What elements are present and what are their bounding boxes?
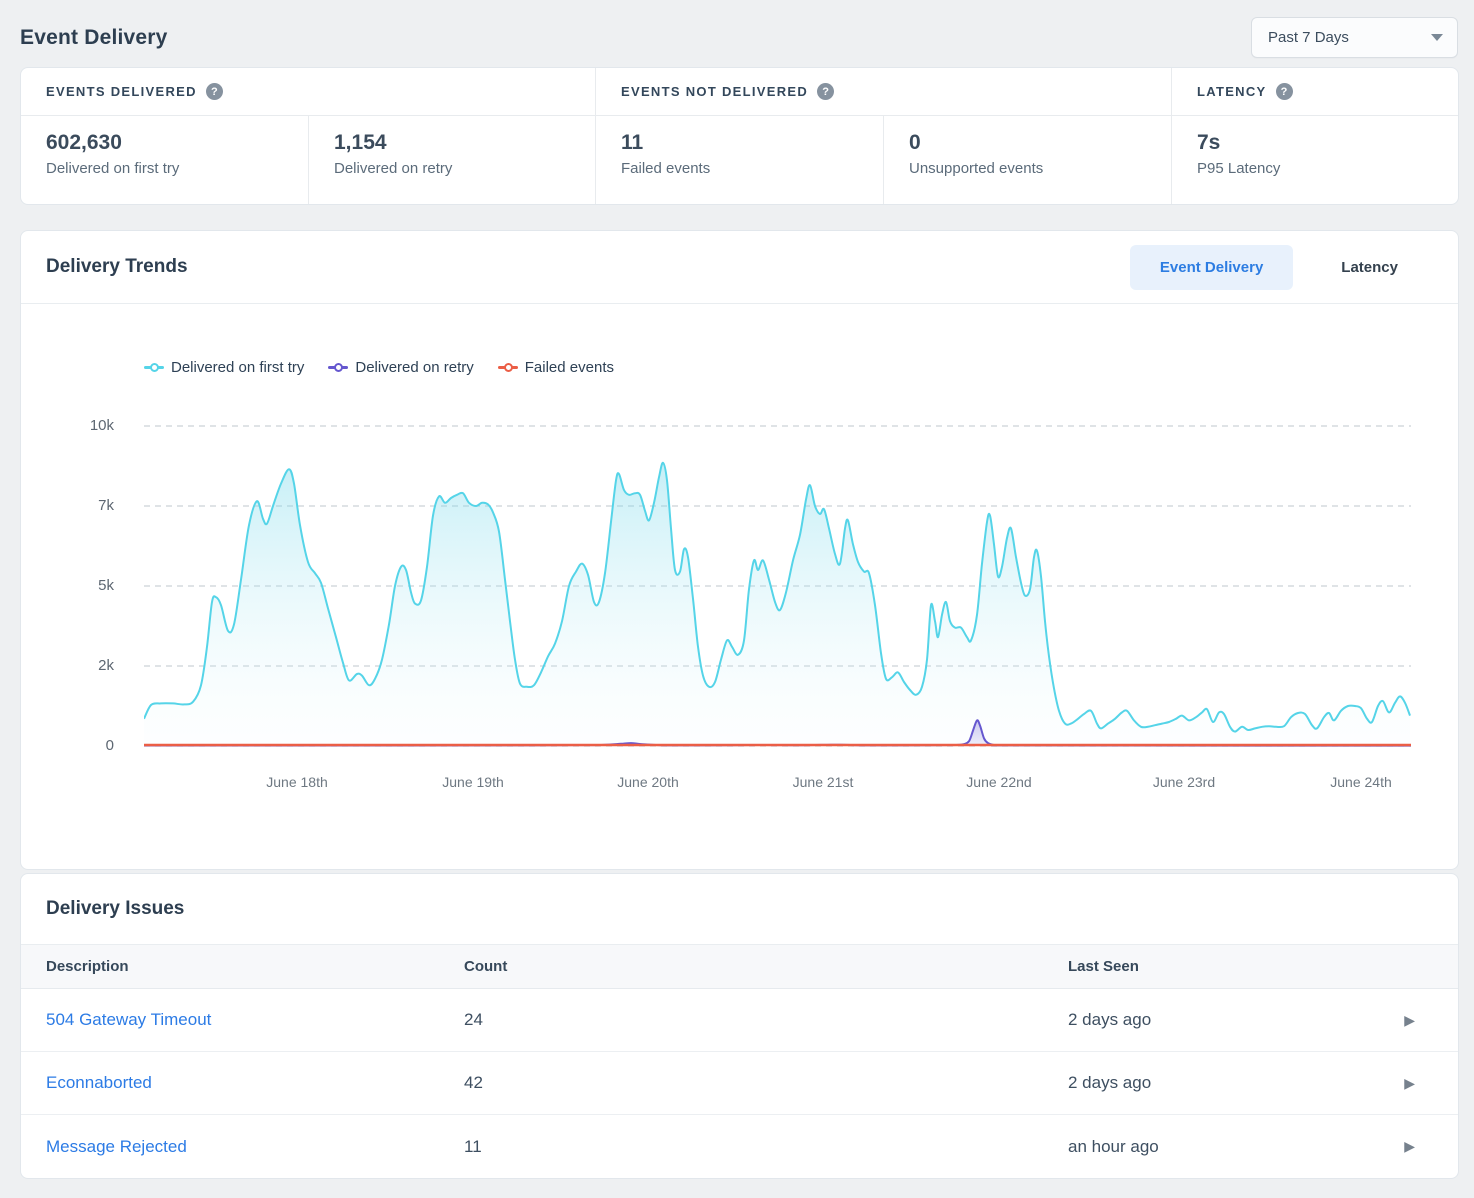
- chart-legend: Delivered on first try Delivered on retry…: [144, 359, 614, 376]
- delivery-issues-title: Delivery Issues: [46, 898, 184, 920]
- table-row[interactable]: Econnaborted 422 days ago ▶: [21, 1052, 1458, 1115]
- issue-link[interactable]: Econnaborted: [46, 1073, 152, 1092]
- page-title: Event Delivery: [20, 26, 168, 50]
- stat-value: 11: [621, 131, 883, 155]
- stat-delivered-retry: 1,154 Delivered on retry: [308, 116, 595, 205]
- delivery-issues-header: Delivery Issues: [21, 874, 1458, 945]
- delivery-trends-chart: Delivered on first try Delivered on retry…: [21, 304, 1458, 869]
- stat-section-label: EVENTS NOT DELIVERED: [621, 84, 808, 99]
- column-count: Count: [464, 958, 1068, 975]
- trends-tab-group: Event Delivery Latency: [1130, 245, 1428, 290]
- stat-value: 0: [909, 131, 1171, 155]
- tab-event-delivery[interactable]: Event Delivery: [1130, 245, 1293, 290]
- issues-table-body: 504 Gateway Timeout242 days ago▶Econnabo…: [21, 989, 1458, 1178]
- legend-item-delivered-on-retry[interactable]: Delivered on retry: [328, 359, 473, 376]
- x-tick-label: June 22nd: [966, 774, 1031, 790]
- help-icon[interactable]: ?: [206, 83, 223, 100]
- issue-count: 24: [464, 1010, 1068, 1030]
- issue-last-seen: 2 days ago: [1068, 1073, 1151, 1093]
- delivery-trends-card: Delivery Trends Event Delivery Latency De…: [20, 230, 1459, 870]
- issue-last-seen: 2 days ago: [1068, 1010, 1151, 1030]
- stat-label: Delivered on retry: [334, 160, 595, 177]
- chart-plot: [144, 416, 1411, 750]
- event-delivery-page: Event Delivery Past 7 Days EVENTS DELIVE…: [0, 0, 1474, 1198]
- stat-value: 1,154: [334, 131, 595, 155]
- legend-marker-icon: [328, 363, 348, 372]
- column-description: Description: [46, 958, 464, 975]
- issues-table-header: Description Count Last Seen: [21, 945, 1458, 989]
- x-tick-label: June 23rd: [1153, 774, 1215, 790]
- x-tick-label: June 18th: [266, 774, 328, 790]
- chevron-right-icon[interactable]: ▶: [1404, 1075, 1415, 1092]
- legend-label: Delivered on first try: [171, 359, 304, 376]
- help-icon[interactable]: ?: [817, 83, 834, 100]
- x-tick-label: June 19th: [442, 774, 504, 790]
- stat-unsupported-events: 0 Unsupported events: [883, 116, 1171, 205]
- series-area-0: [144, 463, 1410, 746]
- chevron-right-icon[interactable]: ▶: [1404, 1138, 1415, 1155]
- y-tick-label: 2k: [21, 657, 114, 675]
- delivery-trends-title: Delivery Trends: [46, 256, 188, 278]
- stat-p95-latency: 7s P95 Latency: [1171, 116, 1458, 205]
- stat-section-latency: LATENCY ?: [1171, 68, 1458, 116]
- x-tick-label: June 24th: [1330, 774, 1392, 790]
- chevron-right-icon[interactable]: ▶: [1404, 1012, 1415, 1029]
- stats-card: EVENTS DELIVERED ? EVENTS NOT DELIVERED …: [20, 67, 1459, 205]
- issue-count: 11: [464, 1137, 1068, 1157]
- issue-last-seen: an hour ago: [1068, 1137, 1159, 1157]
- stat-label: Failed events: [621, 160, 883, 177]
- tab-latency[interactable]: Latency: [1311, 245, 1428, 290]
- stat-section-events-not-delivered: EVENTS NOT DELIVERED ?: [595, 68, 1171, 116]
- stat-value: 602,630: [46, 131, 308, 155]
- legend-label: Delivered on retry: [355, 359, 473, 376]
- time-range-value: Past 7 Days: [1268, 29, 1349, 46]
- y-tick-label: 10k: [21, 417, 114, 435]
- stat-delivered-first-try: 602,630 Delivered on first try: [21, 116, 308, 205]
- table-row[interactable]: Message Rejected 11an hour ago ▶: [21, 1115, 1458, 1178]
- issue-count: 42: [464, 1073, 1068, 1093]
- legend-marker-icon: [144, 363, 164, 372]
- stat-label: Unsupported events: [909, 160, 1171, 177]
- stat-section-label: LATENCY: [1197, 84, 1267, 99]
- x-tick-label: June 21st: [793, 774, 854, 790]
- column-last-seen: Last Seen: [1068, 958, 1433, 975]
- legend-item-delivered-on-first-try[interactable]: Delivered on first try: [144, 359, 304, 376]
- y-tick-label: 0: [21, 737, 114, 755]
- y-tick-label: 7k: [21, 497, 114, 515]
- topbar: Event Delivery Past 7 Days: [0, 0, 1474, 67]
- table-row[interactable]: 504 Gateway Timeout 242 days ago ▶: [21, 989, 1458, 1052]
- chevron-down-icon: [1431, 34, 1443, 41]
- legend-item-failed-events[interactable]: Failed events: [498, 359, 614, 376]
- help-icon[interactable]: ?: [1276, 83, 1293, 100]
- issue-link[interactable]: Message Rejected: [46, 1137, 187, 1156]
- delivery-issues-card: Delivery Issues Description Count Last S…: [20, 873, 1459, 1179]
- time-range-select[interactable]: Past 7 Days: [1251, 17, 1458, 58]
- issue-link[interactable]: 504 Gateway Timeout: [46, 1010, 211, 1029]
- y-tick-label: 5k: [21, 577, 114, 595]
- legend-marker-icon: [498, 363, 518, 372]
- stat-value: 7s: [1197, 131, 1458, 155]
- legend-label: Failed events: [525, 359, 614, 376]
- stat-section-events-delivered: EVENTS DELIVERED ?: [21, 68, 595, 116]
- stat-label: Delivered on first try: [46, 160, 308, 177]
- x-tick-label: June 20th: [617, 774, 679, 790]
- delivery-trends-header: Delivery Trends Event Delivery Latency: [21, 231, 1458, 304]
- stat-label: P95 Latency: [1197, 160, 1458, 177]
- stat-section-label: EVENTS DELIVERED: [46, 84, 197, 99]
- stat-failed-events: 11 Failed events: [595, 116, 883, 205]
